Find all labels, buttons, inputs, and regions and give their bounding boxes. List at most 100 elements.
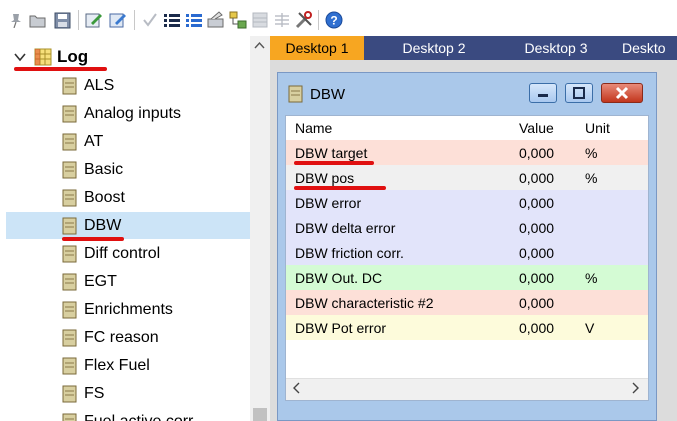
list-alt-icon[interactable] [184, 10, 204, 30]
tree-root-log[interactable]: Log [14, 46, 88, 68]
tree-item[interactable]: Basic [6, 156, 250, 183]
document-icon [62, 357, 78, 375]
tree-item-label: Boost [84, 188, 125, 206]
document-icon [288, 85, 304, 103]
tree-item[interactable]: ALS [6, 72, 250, 99]
table-header: Name Value Unit [286, 116, 648, 140]
tab-desktop-4[interactable]: Deskto [622, 36, 677, 60]
scroll-left-arrow-icon[interactable] [292, 381, 300, 398]
columns-icon[interactable] [272, 10, 292, 30]
row-unit: % [585, 144, 598, 161]
row-name: DBW pos [295, 169, 355, 186]
table-row[interactable]: DBW friction corr. 0,000 [286, 240, 648, 265]
log-tree-panel: Log ALS Analog inputs AT Basic Boost DBW Diff … [0, 36, 270, 421]
tree-item-label: EGT [84, 272, 117, 290]
tab-desktop-2[interactable]: Desktop 2 [388, 36, 480, 60]
tree-item-label: Basic [84, 160, 124, 178]
table-row[interactable]: DBW Pot error 0,000 V [286, 315, 648, 340]
edit-icon[interactable] [84, 10, 104, 30]
window-title-text: DBW [310, 85, 345, 103]
row-unit: % [585, 169, 598, 186]
tree-item[interactable]: EGT [6, 268, 250, 295]
desktop-tabs: Desktop 1 Desktop 2 Desktop 3 Deskto [270, 36, 677, 60]
tree-item-label: FC reason [84, 328, 159, 346]
desktop-area: Desktop 1 Desktop 2 Desktop 3 Deskto DBW… [270, 36, 677, 421]
window-title: DBW [288, 83, 345, 105]
document-icon [62, 133, 78, 151]
tree-item[interactable]: Boost [6, 184, 250, 211]
tree-item-label: Analog inputs [84, 104, 181, 122]
tree-item-label: FS [84, 384, 105, 402]
row-name: DBW error [295, 194, 362, 211]
svg-text:?: ? [330, 14, 337, 28]
document-icon [62, 161, 78, 179]
table-row[interactable]: DBW Out. DC 0,000% [286, 265, 648, 290]
row-name: DBW target [295, 144, 368, 161]
minimize-button[interactable] [529, 83, 557, 103]
row-value: 0,000 [519, 269, 555, 286]
tree-item[interactable]: Fuel active corr. [6, 408, 250, 421]
document-icon [62, 329, 78, 347]
document-icon [62, 413, 78, 421]
document-icon [62, 385, 78, 403]
red-annotation-underline [294, 186, 386, 190]
dbw-window: DBW Name Value Unit DBW target 0,000% DBW … [277, 72, 657, 421]
tree-item[interactable]: DBW [6, 212, 250, 239]
tree-item[interactable]: Analog inputs [6, 100, 250, 127]
tree-item[interactable]: AT [6, 128, 250, 155]
row-name: DBW delta error [295, 219, 396, 236]
toolbar-separator [78, 10, 79, 30]
table-row[interactable]: DBW delta error 0,000 [286, 215, 648, 240]
list-icon[interactable] [162, 10, 182, 30]
document-icon [62, 217, 78, 235]
table-row[interactable]: DBW characteristic #2 0,000 [286, 290, 648, 315]
wand-icon[interactable] [206, 10, 226, 30]
tree-item[interactable]: Enrichments [6, 296, 250, 323]
tab-desktop-3[interactable]: Desktop 3 [510, 36, 602, 60]
maximize-button[interactable] [565, 83, 593, 103]
tab-desktop-1[interactable]: Desktop 1 [270, 36, 364, 60]
row-value: 0,000 [519, 219, 555, 236]
column-unit-header[interactable]: Unit [585, 120, 610, 136]
row-value: 0,000 [519, 244, 555, 261]
tree-scrollbar[interactable] [250, 36, 270, 421]
table-row[interactable]: DBW error 0,000 [286, 190, 648, 215]
scroll-right-arrow-icon[interactable] [632, 381, 640, 398]
horizontal-scrollbar[interactable] [286, 378, 648, 400]
check-icon[interactable] [140, 10, 160, 30]
column-value-header[interactable]: Value [519, 120, 554, 136]
help-icon[interactable]: ? [324, 10, 344, 30]
tree-item[interactable]: FC reason [6, 324, 250, 351]
tree-item-label: Enrichments [84, 300, 173, 318]
values-table: Name Value Unit DBW target 0,000% DBW pos 0… [285, 115, 649, 401]
scroll-thumb[interactable] [253, 408, 267, 421]
tree-item[interactable]: Flex Fuel [6, 352, 250, 379]
close-button[interactable] [601, 83, 643, 103]
tree-icon[interactable] [228, 10, 248, 30]
document-icon [62, 273, 78, 291]
edit-alt-icon[interactable] [108, 10, 128, 30]
tree-item[interactable]: Diff control [6, 240, 250, 267]
tree-item[interactable]: FS [6, 380, 250, 407]
document-icon [62, 77, 78, 95]
tree-root-label: Log [57, 47, 89, 66]
toolbar-separator [318, 10, 319, 30]
save-icon[interactable] [52, 10, 72, 30]
column-name-header[interactable]: Name [295, 120, 332, 136]
row-name: DBW Pot error [295, 319, 387, 336]
row-unit: % [585, 269, 598, 286]
open-folder-icon[interactable] [28, 10, 48, 30]
toolbar-separator [134, 10, 135, 30]
scroll-up-arrow-icon[interactable] [254, 40, 265, 52]
row-value: 0,000 [519, 169, 555, 186]
grid-icon[interactable] [250, 10, 270, 30]
tree-item-label: Flex Fuel [84, 356, 150, 374]
tree-item-label: Diff control [84, 244, 161, 262]
tree-item-label: DBW [84, 216, 122, 234]
toolbar-top-edge [0, 0, 677, 6]
pin-icon[interactable] [6, 10, 26, 30]
row-name: DBW friction corr. [295, 244, 404, 261]
tools-icon[interactable] [294, 10, 314, 30]
row-value: 0,000 [519, 194, 555, 211]
chevron-down-icon[interactable] [14, 50, 28, 65]
